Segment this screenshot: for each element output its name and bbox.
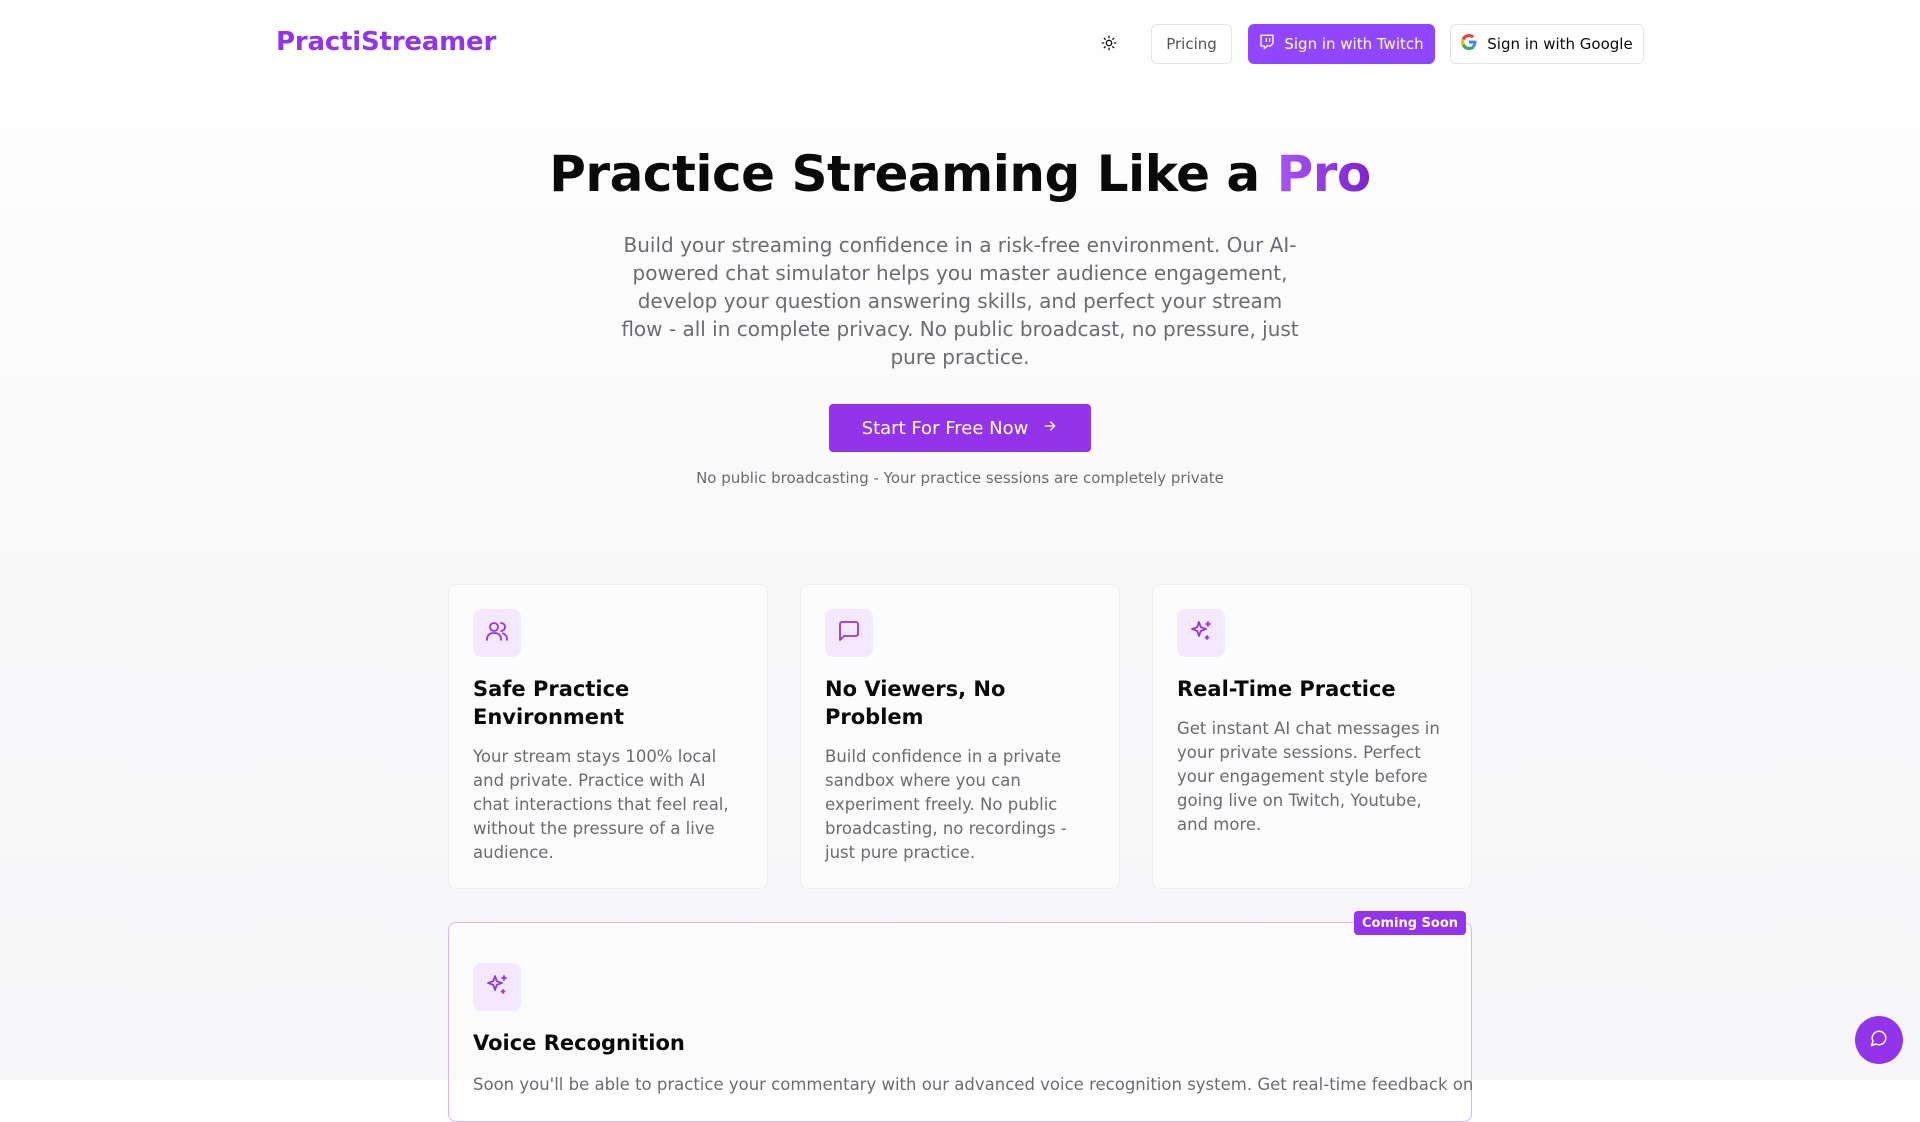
feature-text: Your stream stays 100% local and private… <box>473 747 729 862</box>
feature-icon-box <box>1177 609 1225 657</box>
feature-card-real-time: Real-Time Practice Get instant AI chat m… <box>1152 584 1472 889</box>
feature-title: No Viewers, No Problem <box>825 677 1006 729</box>
cta-label: Start For Free Now <box>861 417 1029 439</box>
privacy-note: No public broadcasting - Your practice s… <box>696 469 1224 487</box>
site-header: PractiStreamer Pricing Sign in with Twit… <box>0 0 1920 88</box>
pricing-button[interactable]: Pricing <box>1151 24 1232 64</box>
twitch-label: Sign in with Twitch <box>1284 35 1424 53</box>
sparkles-icon <box>1189 619 1213 647</box>
sun-icon <box>1101 35 1117 55</box>
start-free-button[interactable]: Start For Free Now <box>829 404 1091 452</box>
hero-title-accent: Pro <box>1276 145 1372 203</box>
hero-title: Practice Streaming Like a Pro <box>0 145 1920 203</box>
sign-in-twitch-button[interactable]: Sign in with Twitch <box>1248 24 1435 64</box>
chat-button[interactable] <box>1855 1016 1903 1064</box>
feature-icon-box <box>473 963 521 1011</box>
message-square-icon <box>837 619 861 647</box>
google-label: Sign in with Google <box>1487 35 1633 53</box>
feature-card-no-viewers: No Viewers, No Problem Build confidence … <box>800 584 1120 889</box>
feature-icon-box <box>473 609 521 657</box>
hero-title-main: Practice Streaming Like a <box>549 145 1277 203</box>
feature-icon-box <box>825 609 873 657</box>
voice-title: Voice Recognition <box>473 1031 685 1055</box>
twitch-icon <box>1259 34 1275 54</box>
voice-text: Soon you'll be able to practice your com… <box>473 1075 1474 1094</box>
chat-bubble-icon <box>1870 1029 1888 1051</box>
voice-recognition-card: Voice Recognition Soon you'll be able to… <box>448 922 1474 1122</box>
sign-in-google-button[interactable]: Sign in with Google <box>1450 24 1644 64</box>
feature-card-safe-practice: Safe Practice Environment Your stream st… <box>448 584 768 889</box>
theme-toggle-button[interactable] <box>1092 28 1126 62</box>
users-icon <box>485 619 509 647</box>
coming-soon-badge: Coming Soon <box>1354 911 1467 935</box>
feature-title: Safe Practice Environment <box>473 677 630 729</box>
hero-description: Build your streaming confidence in a ris… <box>621 233 1299 369</box>
feature-text: Build confidence in a private sandbox wh… <box>825 747 1067 862</box>
logo[interactable]: PractiStreamer <box>276 27 496 57</box>
feature-title: Real-Time Practice <box>1177 677 1396 701</box>
sparkles-icon <box>485 973 509 1001</box>
google-icon <box>1461 34 1477 54</box>
arrow-right-icon <box>1042 418 1058 439</box>
feature-text: Get instant AI chat messages in your pri… <box>1177 719 1440 834</box>
